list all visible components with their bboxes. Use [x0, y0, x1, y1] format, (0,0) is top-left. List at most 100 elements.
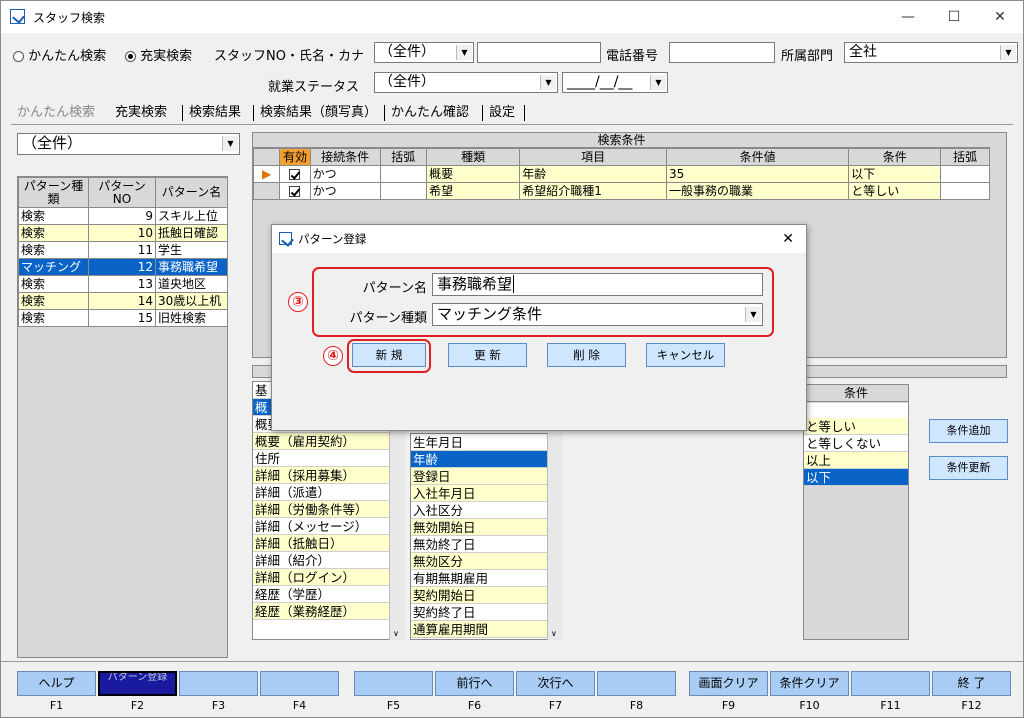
table-row[interactable]: かつ 希望 希望紹介職種1 一般事務の職業 と等しい — [252, 182, 990, 200]
pattern-table: パターン種類 パターンNO パターン名 検索 9 スキル上位 検索 10 抵触日確認 検… — [18, 177, 228, 327]
pattern-filter-select[interactable]: （全件） ▼ — [17, 133, 240, 155]
list-item[interactable]: 以上 — [804, 452, 908, 469]
fkey-button-f1[interactable]: ヘルプ — [17, 671, 96, 696]
table-row[interactable]: 検索 10 抵触日確認 — [18, 224, 228, 242]
maximize-button[interactable]: ☐ — [939, 5, 969, 29]
tab-results[interactable]: 検索結果 — [185, 102, 245, 124]
list-item[interactable]: 年齢 — [411, 451, 562, 468]
table-row[interactable]: 検索 11 学生 — [18, 241, 228, 259]
list-item[interactable]: 詳細（メッセージ） — [253, 518, 404, 535]
fkey-button-f6[interactable]: 前行へ — [435, 671, 514, 696]
minimize-button[interactable]: — — [893, 5, 923, 29]
list-item[interactable]: 詳細（労働条件等） — [253, 501, 404, 518]
date-select[interactable]: ____/__/__ ▼ — [562, 72, 668, 93]
list-item[interactable]: 入社区分 — [411, 502, 562, 519]
tab-simple[interactable]: かんたん検索 — [13, 102, 99, 124]
list-item[interactable]: 契約終了日 — [411, 604, 562, 621]
fkey-label: F9 — [721, 699, 736, 712]
list-item[interactable]: 詳細（派遣） — [253, 484, 404, 501]
fkey-button-f5[interactable] — [354, 671, 433, 696]
list-item[interactable]: 無効開始日 — [411, 519, 562, 536]
cond-list-blank — [804, 403, 908, 418]
list-item[interactable]: 概要（雇用契約） — [253, 433, 404, 450]
list-item[interactable]: 経歴（学歴） — [253, 586, 404, 603]
fkey-button-f12[interactable]: 終 了 — [932, 671, 1011, 696]
cond-list-header: 条件 — [804, 385, 908, 402]
fkey-button-f10[interactable]: 条件クリア — [770, 671, 849, 696]
dialog-close-button[interactable]: ✕ — [782, 225, 794, 253]
enabled-checkbox[interactable] — [289, 168, 301, 180]
fkey-button-f8[interactable] — [597, 671, 676, 696]
list-item[interactable]: 登録日 — [411, 468, 562, 485]
table-row[interactable]: ▶ かつ 概要 年齢 35 以下 — [252, 165, 990, 183]
table-row[interactable]: 検索 13 道央地区 — [18, 275, 228, 293]
list-item[interactable]: 住所 — [253, 450, 404, 467]
table-row[interactable]: 検索 9 スキル上位 — [18, 207, 228, 225]
list-item[interactable]: 無効区分 — [411, 553, 562, 570]
list-item[interactable]: と等しい — [804, 418, 908, 435]
fkey-label: F5 — [386, 699, 401, 712]
delete-button[interactable]: 削 除 — [547, 343, 626, 367]
list-item[interactable]: 通算雇用期間 — [411, 621, 562, 638]
list-item[interactable]: 生年月日 — [411, 434, 562, 451]
phone-input[interactable] — [669, 42, 775, 63]
fkey-button-f4[interactable] — [260, 671, 339, 696]
cond-list[interactable]: と等しい と等しくない 以上 以下 — [804, 418, 908, 486]
phone-label: 電話番号 — [606, 49, 659, 64]
chevron-down-icon: ▼ — [1000, 45, 1016, 60]
tab-full[interactable]: 充実検索 — [111, 102, 171, 124]
radio-simple-search[interactable]: かんたん検索 — [13, 45, 106, 64]
fkey-label: F1 — [49, 699, 64, 712]
fkey-button-f2[interactable]: パターン登録 — [98, 671, 177, 696]
list-item[interactable]: と等しくない — [804, 435, 908, 452]
chevron-down-icon: ▼ — [540, 75, 556, 90]
update-button[interactable]: 更 新 — [448, 343, 527, 367]
tab-simple-confirm[interactable]: かんたん確認 — [387, 102, 473, 124]
fkey-label: F3 — [211, 699, 226, 712]
fkey-button-f7[interactable]: 次行へ — [516, 671, 595, 696]
item-list[interactable]: 生年月日 年齢 登録日 入社年月日 入社区分 無効開始日 無効終了日 無効区分 有期無期雇用 契約… — [410, 433, 563, 640]
tab-divider — [384, 105, 385, 121]
radio-full-search[interactable]: 充実検索 — [125, 45, 192, 64]
tab-underline — [11, 124, 1013, 125]
pattern-kind-label: パターン種類 — [349, 311, 427, 326]
staff-search-input[interactable] — [477, 42, 601, 63]
list-item[interactable]: 契約開始日 — [411, 587, 562, 604]
cancel-button[interactable]: キャンセル — [646, 343, 725, 367]
list-item[interactable]: 詳細（採用募集） — [253, 467, 404, 484]
tab-settings[interactable]: 設定 — [485, 102, 519, 124]
col-paren-close: 括弧 — [940, 148, 990, 166]
list-item[interactable]: 経歴（業務経歴） — [253, 603, 404, 620]
tab-divider — [482, 105, 483, 121]
staff-field-select[interactable]: （全件） ▼ — [374, 42, 474, 63]
add-condition-button[interactable]: 条件追加 — [929, 419, 1008, 443]
list-item[interactable]: 入社年月日 — [411, 485, 562, 502]
list-item[interactable]: 詳細（ログイン） — [253, 569, 404, 586]
list-item[interactable]: 有期無期雇用 — [411, 570, 562, 587]
fkey-button-f11[interactable] — [851, 671, 930, 696]
staff-label: スタッフNO・氏名・カナ — [214, 49, 364, 64]
list-item[interactable]: 詳細（抵触日） — [253, 535, 404, 552]
update-condition-button[interactable]: 条件更新 — [929, 456, 1008, 480]
list-item[interactable]: 以下 — [804, 469, 908, 486]
dept-select[interactable]: 全社 ▼ — [844, 42, 1018, 63]
new-button[interactable]: 新 規 — [352, 343, 426, 367]
col-item: 項目 — [519, 148, 667, 166]
pattern-kind-select[interactable]: マッチング条件 ▼ — [432, 303, 763, 326]
row-marker-header — [252, 148, 281, 166]
conditions-table: 有効 接続条件 括弧 種類 項目 条件値 条件 括弧 ▶ かつ 概要 年齢 35 以… — [252, 148, 990, 200]
fkey-label: F4 — [292, 699, 307, 712]
close-button[interactable]: ✕ — [985, 5, 1015, 29]
tab-results-photo[interactable]: 検索結果（顔写真） — [256, 102, 381, 124]
item-list-scrollbar[interactable]: ∨ — [547, 433, 563, 640]
table-row-selected[interactable]: マッチング 12 事務職希望 — [18, 258, 228, 276]
enabled-checkbox[interactable] — [289, 185, 301, 197]
status-select[interactable]: （全件） ▼ — [374, 72, 558, 93]
table-row[interactable]: 検索 15 旧姓検索 — [18, 309, 228, 327]
list-item[interactable]: 詳細（紹介） — [253, 552, 404, 569]
fkey-button-f9[interactable]: 画面クリア — [689, 671, 768, 696]
pattern-name-input[interactable]: 事務職希望 — [432, 273, 763, 296]
fkey-button-f3[interactable] — [179, 671, 258, 696]
table-row[interactable]: 検索 14 30歳以上机 — [18, 292, 228, 310]
list-item[interactable]: 無効終了日 — [411, 536, 562, 553]
